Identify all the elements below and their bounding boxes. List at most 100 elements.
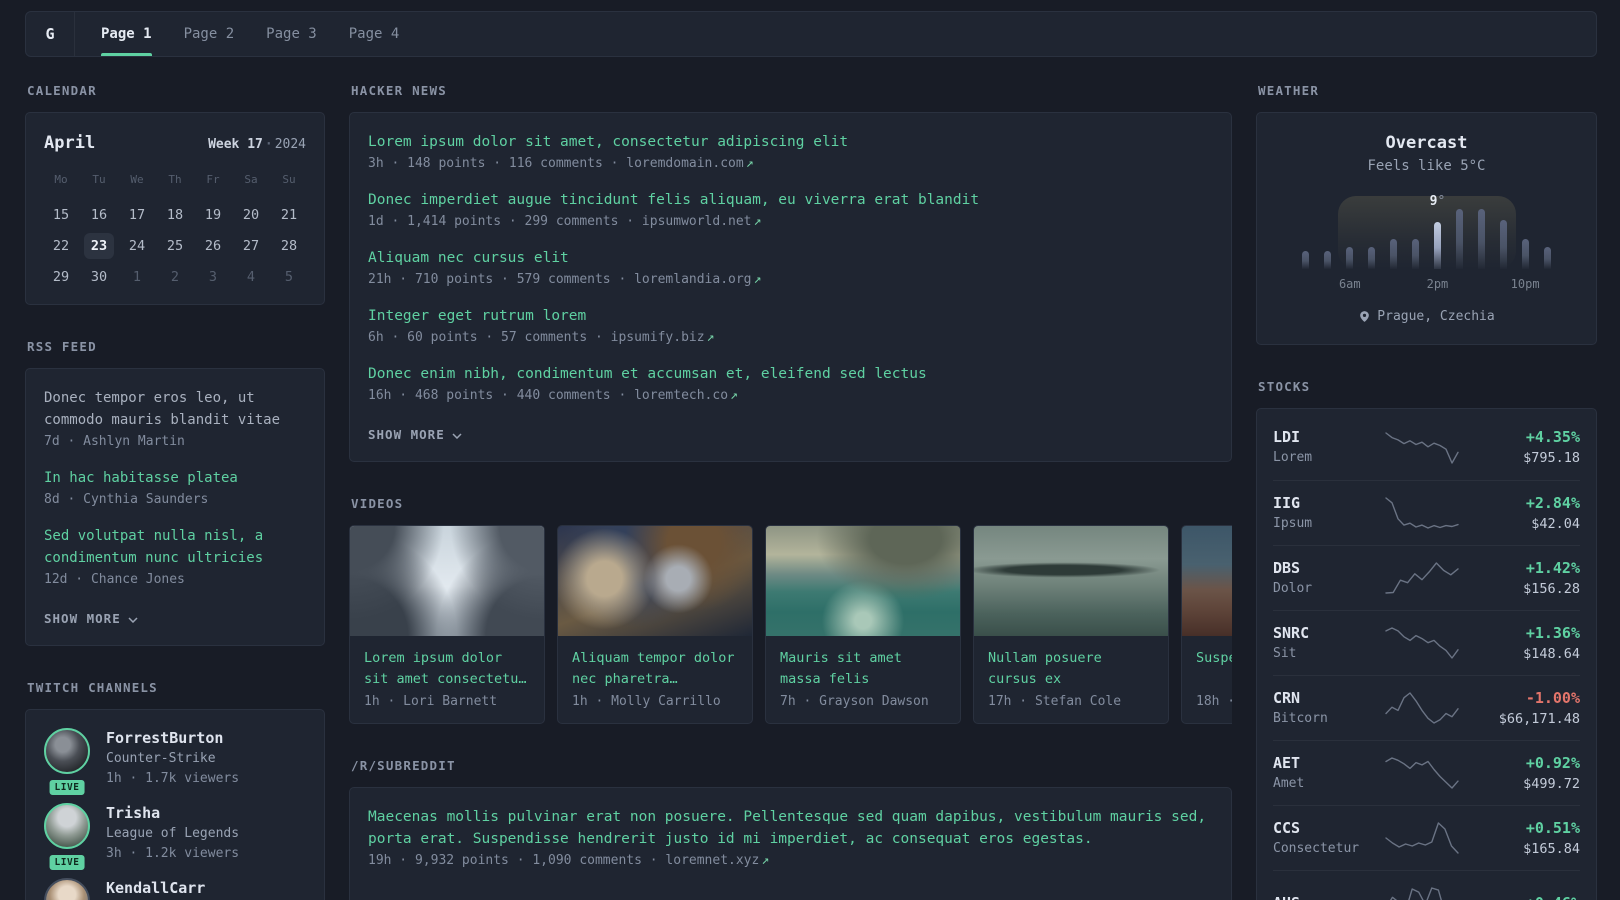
- chevron-down-icon: [452, 427, 462, 442]
- video-title[interactable]: Aliquam tempor dolor nec pharetra…: [572, 648, 738, 690]
- calendar-day: 18: [166, 207, 184, 223]
- video-title[interactable]: Suspendisse diam: [1196, 648, 1232, 690]
- hackernews-item-title[interactable]: Donec enim nibh, condimentum et accumsan…: [368, 363, 1213, 385]
- rss-item-title[interactable]: Donec tempor eros leo, ut commodo mauris…: [44, 387, 306, 431]
- rss-item-title[interactable]: In hac habitasse platea: [44, 467, 306, 489]
- video-card[interactable]: Lorem ipsum dolor sit amet consectetu… 1…: [349, 525, 545, 724]
- channel-name[interactable]: Trisha: [106, 803, 239, 824]
- video-card[interactable]: Mauris sit amet massa felis 7h · Grayson…: [765, 525, 961, 724]
- stock-name: Ipsum: [1273, 515, 1313, 531]
- rss-show-more-button[interactable]: SHOW MORE: [44, 611, 138, 626]
- subreddit-post: Maecenas mollis pulvinar erat non posuer…: [368, 806, 1213, 872]
- hackernews-item-title[interactable]: Donec imperdiet augue tincidunt felis al…: [368, 189, 1213, 211]
- stock-price: $66,171.48: [1498, 710, 1580, 727]
- video-meta: 1h · Lori Barnett: [364, 694, 498, 709]
- subreddit-post-title[interactable]: Maecenas mollis pulvinar erat non posuer…: [368, 806, 1213, 850]
- video-title[interactable]: Lorem ipsum dolor sit amet consectetu…: [364, 648, 530, 690]
- hackernews-item-meta: 3h · 148 points · 116 comments · loremdo…: [368, 156, 754, 171]
- video-thumbnail[interactable]: [766, 526, 960, 636]
- twitch-channel[interactable]: LIVE Trisha League of Legends 3h · 1.2k …: [44, 803, 306, 872]
- page-tab[interactable]: Page 1: [101, 12, 152, 56]
- weather-bar: [1477, 209, 1485, 269]
- channel-name[interactable]: ForrestBurton: [106, 728, 239, 749]
- hackernews-item-title[interactable]: Integer eget rutrum lorem: [368, 305, 1213, 327]
- video-card[interactable]: Suspendisse diam 18h · Tara: [1181, 525, 1232, 724]
- video-thumbnail[interactable]: [350, 526, 544, 636]
- stock-row[interactable]: AHS +0.46%: [1273, 870, 1580, 900]
- page-tab[interactable]: Page 3: [266, 12, 317, 56]
- hackernews-item-title[interactable]: Lorem ipsum dolor sit amet, consectetur …: [368, 131, 1213, 153]
- stock-row[interactable]: CRN Bitcorn -1.00% $66,171.48: [1273, 675, 1580, 740]
- rss-item-meta: 7d · Ashlyn Martin: [44, 434, 185, 449]
- weekday-label: Sa: [244, 173, 258, 186]
- rss-item-title[interactable]: Sed volutpat nulla nisl, a condimentum n…: [44, 525, 306, 569]
- page-tab[interactable]: Page 4: [349, 12, 400, 56]
- stock-row[interactable]: LDI Lorem +4.35% $795.18: [1273, 415, 1580, 480]
- stock-row[interactable]: IIG Ipsum +2.84% $42.04: [1273, 480, 1580, 545]
- stock-change: +0.92%: [1525, 753, 1580, 772]
- avatar: LIVE: [44, 803, 90, 872]
- section-title-hackernews: HACKER NEWS: [351, 83, 447, 98]
- external-link-icon[interactable]: ↗: [730, 388, 738, 403]
- stock-price: $156.28: [1523, 580, 1580, 597]
- stock-row[interactable]: DBS Dolor +1.42% $156.28: [1273, 545, 1580, 610]
- avatar: LIVE: [44, 728, 90, 797]
- calendar-day: 19: [204, 207, 222, 223]
- stock-row[interactable]: SNRC Sit +1.36% $148.64: [1273, 610, 1580, 675]
- calendar-day: 3: [208, 269, 218, 285]
- twitch-channel[interactable]: LIVE KendallCarr: [44, 878, 306, 900]
- section-title-twitch: TWITCH CHANNELS: [27, 680, 158, 695]
- video-title[interactable]: Nullam posuere cursus ex: [988, 648, 1154, 690]
- weekday-label: Su: [282, 173, 296, 186]
- weather-feels-like: Feels like 5°C: [1367, 158, 1486, 174]
- stock-sparkline: [1371, 626, 1472, 660]
- weekday-row: Mo Tu We Th Fr Sa Su: [42, 167, 308, 188]
- external-link-icon[interactable]: ↗: [754, 272, 762, 287]
- calendar-day: 1: [132, 269, 142, 285]
- calendar-day: 17: [128, 207, 146, 223]
- subreddit-section: /R/SUBREDDIT Maecenas mollis pulvinar er…: [349, 758, 1232, 900]
- external-link-icon[interactable]: ↗: [754, 214, 762, 229]
- external-link-icon[interactable]: ↗: [746, 156, 754, 171]
- videos-carousel: Lorem ipsum dolor sit amet consectetu… 1…: [349, 525, 1232, 724]
- video-thumbnail[interactable]: [974, 526, 1168, 636]
- video-thumbnail[interactable]: [1182, 526, 1232, 636]
- stock-change: +1.36%: [1525, 623, 1580, 642]
- weather-bar: [1521, 239, 1529, 269]
- page-tabs: Page 1 Page 2 Page 3 Page 4: [75, 12, 399, 56]
- calendar-day: 5: [284, 269, 294, 285]
- stock-change: +0.51%: [1525, 818, 1580, 837]
- rss-widget: Donec tempor eros leo, ut commodo mauris…: [25, 368, 325, 646]
- weekday-label: Fr: [206, 173, 220, 186]
- video-title[interactable]: Mauris sit amet massa felis: [780, 648, 946, 690]
- hackernews-show-more-button[interactable]: SHOW MORE: [368, 427, 462, 442]
- rss-item: Donec tempor eros leo, ut commodo mauris…: [44, 387, 306, 453]
- twitch-section: TWITCH CHANNELS LIVE ForrestBurton Count…: [25, 680, 325, 900]
- weather-hour-label: 6am: [1338, 277, 1361, 291]
- hackernews-item: Donec imperdiet augue tincidunt felis al…: [368, 189, 1213, 233]
- channel-name[interactable]: KendallCarr: [106, 878, 205, 899]
- external-link-icon[interactable]: ↗: [761, 853, 769, 868]
- external-link-icon[interactable]: ↗: [707, 330, 715, 345]
- chevron-down-icon: [128, 611, 138, 626]
- live-badge: LIVE: [47, 778, 87, 797]
- calendar-day: 25: [166, 238, 184, 254]
- video-thumbnail[interactable]: [558, 526, 752, 636]
- weather-bar: [1543, 247, 1551, 269]
- stock-name: Amet: [1273, 775, 1305, 791]
- calendar-year: 2024: [274, 137, 306, 152]
- twitch-channel[interactable]: LIVE ForrestBurton Counter-Strike 1h · 1…: [44, 728, 306, 797]
- page-tab[interactable]: Page 2: [184, 12, 235, 56]
- video-card[interactable]: Nullam posuere cursus ex 17h · Stefan Co…: [973, 525, 1169, 724]
- video-card[interactable]: Aliquam tempor dolor nec pharetra… 1h · …: [557, 525, 753, 724]
- video-meta: 7h · Grayson Dawson: [780, 694, 929, 709]
- app-logo[interactable]: G: [26, 12, 75, 56]
- twitch-widget: LIVE ForrestBurton Counter-Strike 1h · 1…: [25, 709, 325, 900]
- rss-item: In hac habitasse platea 8d · Cynthia Sau…: [44, 467, 306, 511]
- stock-row[interactable]: AET Amet +0.92% $499.72: [1273, 740, 1580, 805]
- weather-bar: [1302, 251, 1310, 269]
- hackernews-item-title[interactable]: Aliquam nec cursus elit: [368, 247, 1213, 269]
- hackernews-item: Lorem ipsum dolor sit amet, consectetur …: [368, 131, 1213, 175]
- stock-sparkline: [1371, 756, 1472, 790]
- stock-row[interactable]: CCS Consectetur +0.51% $165.84: [1273, 805, 1580, 870]
